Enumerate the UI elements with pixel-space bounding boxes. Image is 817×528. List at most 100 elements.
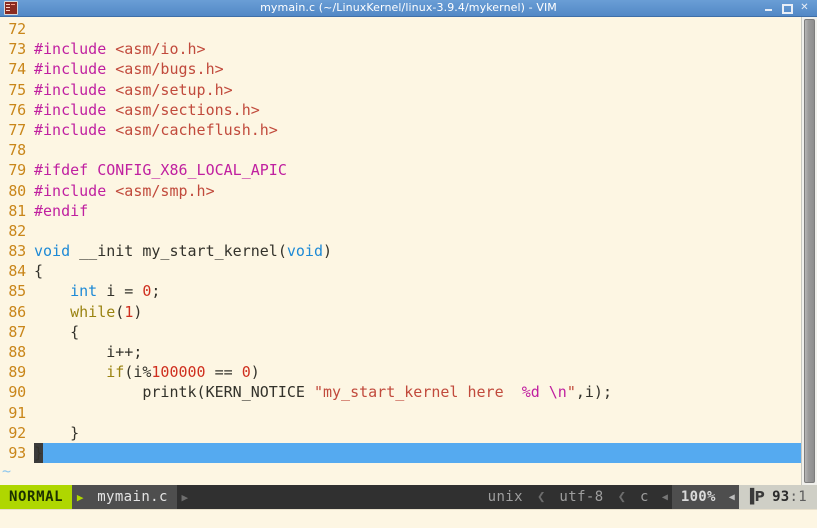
code-line[interactable]: 85 int i = 0; bbox=[0, 281, 801, 301]
line-content: { bbox=[34, 322, 79, 342]
line-number: 79 bbox=[8, 161, 26, 180]
code-line[interactable]: 90 printk(KERN_NOTICE "my_start_kernel h… bbox=[0, 382, 801, 402]
code-line[interactable]: 86 while(1) bbox=[0, 302, 801, 322]
status-filetype: c bbox=[631, 485, 658, 509]
line-content: #include <asm/bugs.h> bbox=[34, 59, 224, 79]
code-line[interactable]: 78 bbox=[0, 140, 801, 160]
code-line[interactable]: 91 bbox=[0, 403, 801, 423]
vim-window: mymain.c (~/LinuxKernel/linux-3.9.4/myke… bbox=[0, 0, 817, 528]
code-token: #include bbox=[34, 40, 116, 59]
line-number: 86 bbox=[8, 302, 26, 321]
code-text-area[interactable]: 72 73 #include <asm/io.h> 74 #include <asm/b… bbox=[0, 17, 801, 485]
status-arrow-2-icon: ▶ bbox=[176, 485, 193, 509]
code-line[interactable]: 74 #include <asm/bugs.h> bbox=[0, 59, 801, 79]
code-token: #include bbox=[34, 120, 116, 139]
line-content: #include <asm/setup.h> bbox=[34, 80, 233, 100]
status-scroll-percent: 100% bbox=[671, 485, 725, 509]
code-token: ( bbox=[115, 302, 125, 321]
code-line[interactable]: 82 bbox=[0, 221, 801, 241]
vertical-scrollbar[interactable] bbox=[801, 17, 817, 485]
code-token: { bbox=[34, 262, 44, 281]
line-number: 80 bbox=[8, 181, 26, 200]
line-content: #include <asm/io.h> bbox=[34, 39, 206, 59]
line-number: 74 bbox=[8, 60, 26, 79]
code-token: ,i); bbox=[575, 383, 612, 402]
line-number: 75 bbox=[8, 80, 26, 99]
code-line[interactable]: 76 #include <asm/sections.h> bbox=[0, 100, 801, 120]
code-line[interactable]: 79 #ifdef CONFIG_X86_LOCAL_APIC bbox=[0, 160, 801, 180]
status-right-group: unix ❮ utf-8 ❮ c ◀ 100% ◀ ▐𝗣 93:1 bbox=[478, 485, 817, 509]
line-number: 72 bbox=[8, 20, 26, 38]
line-number: 91 bbox=[8, 403, 26, 422]
status-filename: mymain.c bbox=[88, 485, 177, 509]
code-token: void bbox=[286, 242, 323, 261]
line-number: 84 bbox=[8, 262, 26, 281]
code-token: <asm/smp.h> bbox=[115, 181, 215, 200]
status-mode: NORMAL bbox=[0, 485, 73, 509]
code-token: (i% bbox=[124, 363, 152, 382]
code-token: while bbox=[70, 302, 116, 321]
code-token: int bbox=[70, 282, 98, 301]
code-token: ) bbox=[250, 363, 260, 382]
code-token: " bbox=[566, 383, 576, 402]
code-line[interactable]: 92 } bbox=[0, 423, 801, 443]
window-titlebar[interactable]: mymain.c (~/LinuxKernel/linux-3.9.4/myke… bbox=[0, 0, 817, 17]
vim-terminal-icon bbox=[4, 1, 18, 15]
code-line[interactable]: 89 if(i%100000 == 0) bbox=[0, 362, 801, 382]
line-content: #ifdef CONFIG_X86_LOCAL_APIC bbox=[34, 160, 287, 180]
code-token: <asm/bugs.h> bbox=[115, 60, 224, 79]
code-token: { bbox=[34, 322, 80, 341]
line-content: } bbox=[34, 442, 44, 464]
status-arrow-3-icon: ◀ bbox=[657, 485, 672, 509]
close-icon[interactable]: ✕ bbox=[799, 3, 810, 13]
window-title: mymain.c (~/LinuxKernel/linux-3.9.4/myke… bbox=[260, 1, 557, 14]
code-line[interactable]: 93} bbox=[0, 442, 801, 464]
code-line[interactable]: 81 #endif bbox=[0, 201, 801, 221]
code-token: #include bbox=[34, 60, 116, 79]
line-number: 92 bbox=[8, 423, 26, 442]
line-number: 85 bbox=[8, 282, 26, 301]
line-number: 76 bbox=[8, 100, 26, 119]
code-line[interactable]: 84 { bbox=[0, 261, 801, 281]
line-content: if(i%100000 == 0) bbox=[34, 362, 260, 382]
window-controls: ✕ bbox=[763, 3, 813, 14]
code-token: i = bbox=[97, 282, 143, 301]
line-content: { bbox=[34, 261, 43, 281]
code-token: __init my_start_kernel( bbox=[70, 242, 287, 261]
line-number-icon: ▐𝗣 bbox=[745, 489, 766, 505]
code-token: } bbox=[34, 423, 80, 442]
line-number: 77 bbox=[8, 120, 26, 139]
code-token: <asm/sections.h> bbox=[115, 100, 260, 119]
maximize-icon[interactable] bbox=[781, 3, 793, 14]
code-token: #include bbox=[34, 80, 116, 99]
line-number: 88 bbox=[8, 343, 26, 361]
code-line[interactable]: 83 void __init my_start_kernel(void) bbox=[0, 241, 801, 261]
text-cursor: } bbox=[34, 442, 44, 464]
line-content: printk(KERN_NOTICE "my_start_kernel here… bbox=[34, 382, 612, 402]
line-content: #include <asm/cacheflush.h> bbox=[34, 120, 278, 140]
code-line[interactable]: 75 #include <asm/setup.h> bbox=[0, 80, 801, 100]
minimize-icon[interactable] bbox=[763, 3, 774, 13]
code-line[interactable]: 73 #include <asm/io.h> bbox=[0, 39, 801, 59]
scrollbar-thumb[interactable] bbox=[804, 19, 815, 483]
status-position: ▐𝗣 93:1 bbox=[738, 485, 817, 509]
code-line[interactable]: 87 { bbox=[0, 322, 801, 342]
code-token: "my_start_kernel here bbox=[313, 383, 522, 402]
line-number: 82 bbox=[8, 221, 26, 240]
code-token: printk(KERN_NOTICE bbox=[34, 383, 314, 402]
code-token: i++; bbox=[34, 343, 143, 361]
code-token: \n bbox=[548, 383, 567, 402]
line-number: 78 bbox=[8, 141, 26, 160]
line-content: } bbox=[34, 423, 79, 443]
code-line[interactable]: 88 i++; bbox=[0, 342, 801, 362]
status-fileformat: unix bbox=[478, 485, 532, 509]
code-token: if bbox=[106, 363, 125, 382]
line-content: while(1) bbox=[34, 302, 142, 322]
code-line[interactable]: 77 #include <asm/cacheflush.h> bbox=[0, 120, 801, 140]
code-line[interactable]: 80 #include <asm/smp.h> bbox=[0, 181, 801, 201]
bottom-strip bbox=[0, 509, 817, 528]
status-sep-1-icon: ❮ bbox=[531, 485, 551, 509]
line-content: int i = 0; bbox=[34, 281, 160, 301]
code-line[interactable]: 72 bbox=[0, 19, 801, 39]
code-token: <asm/setup.h> bbox=[115, 80, 233, 99]
